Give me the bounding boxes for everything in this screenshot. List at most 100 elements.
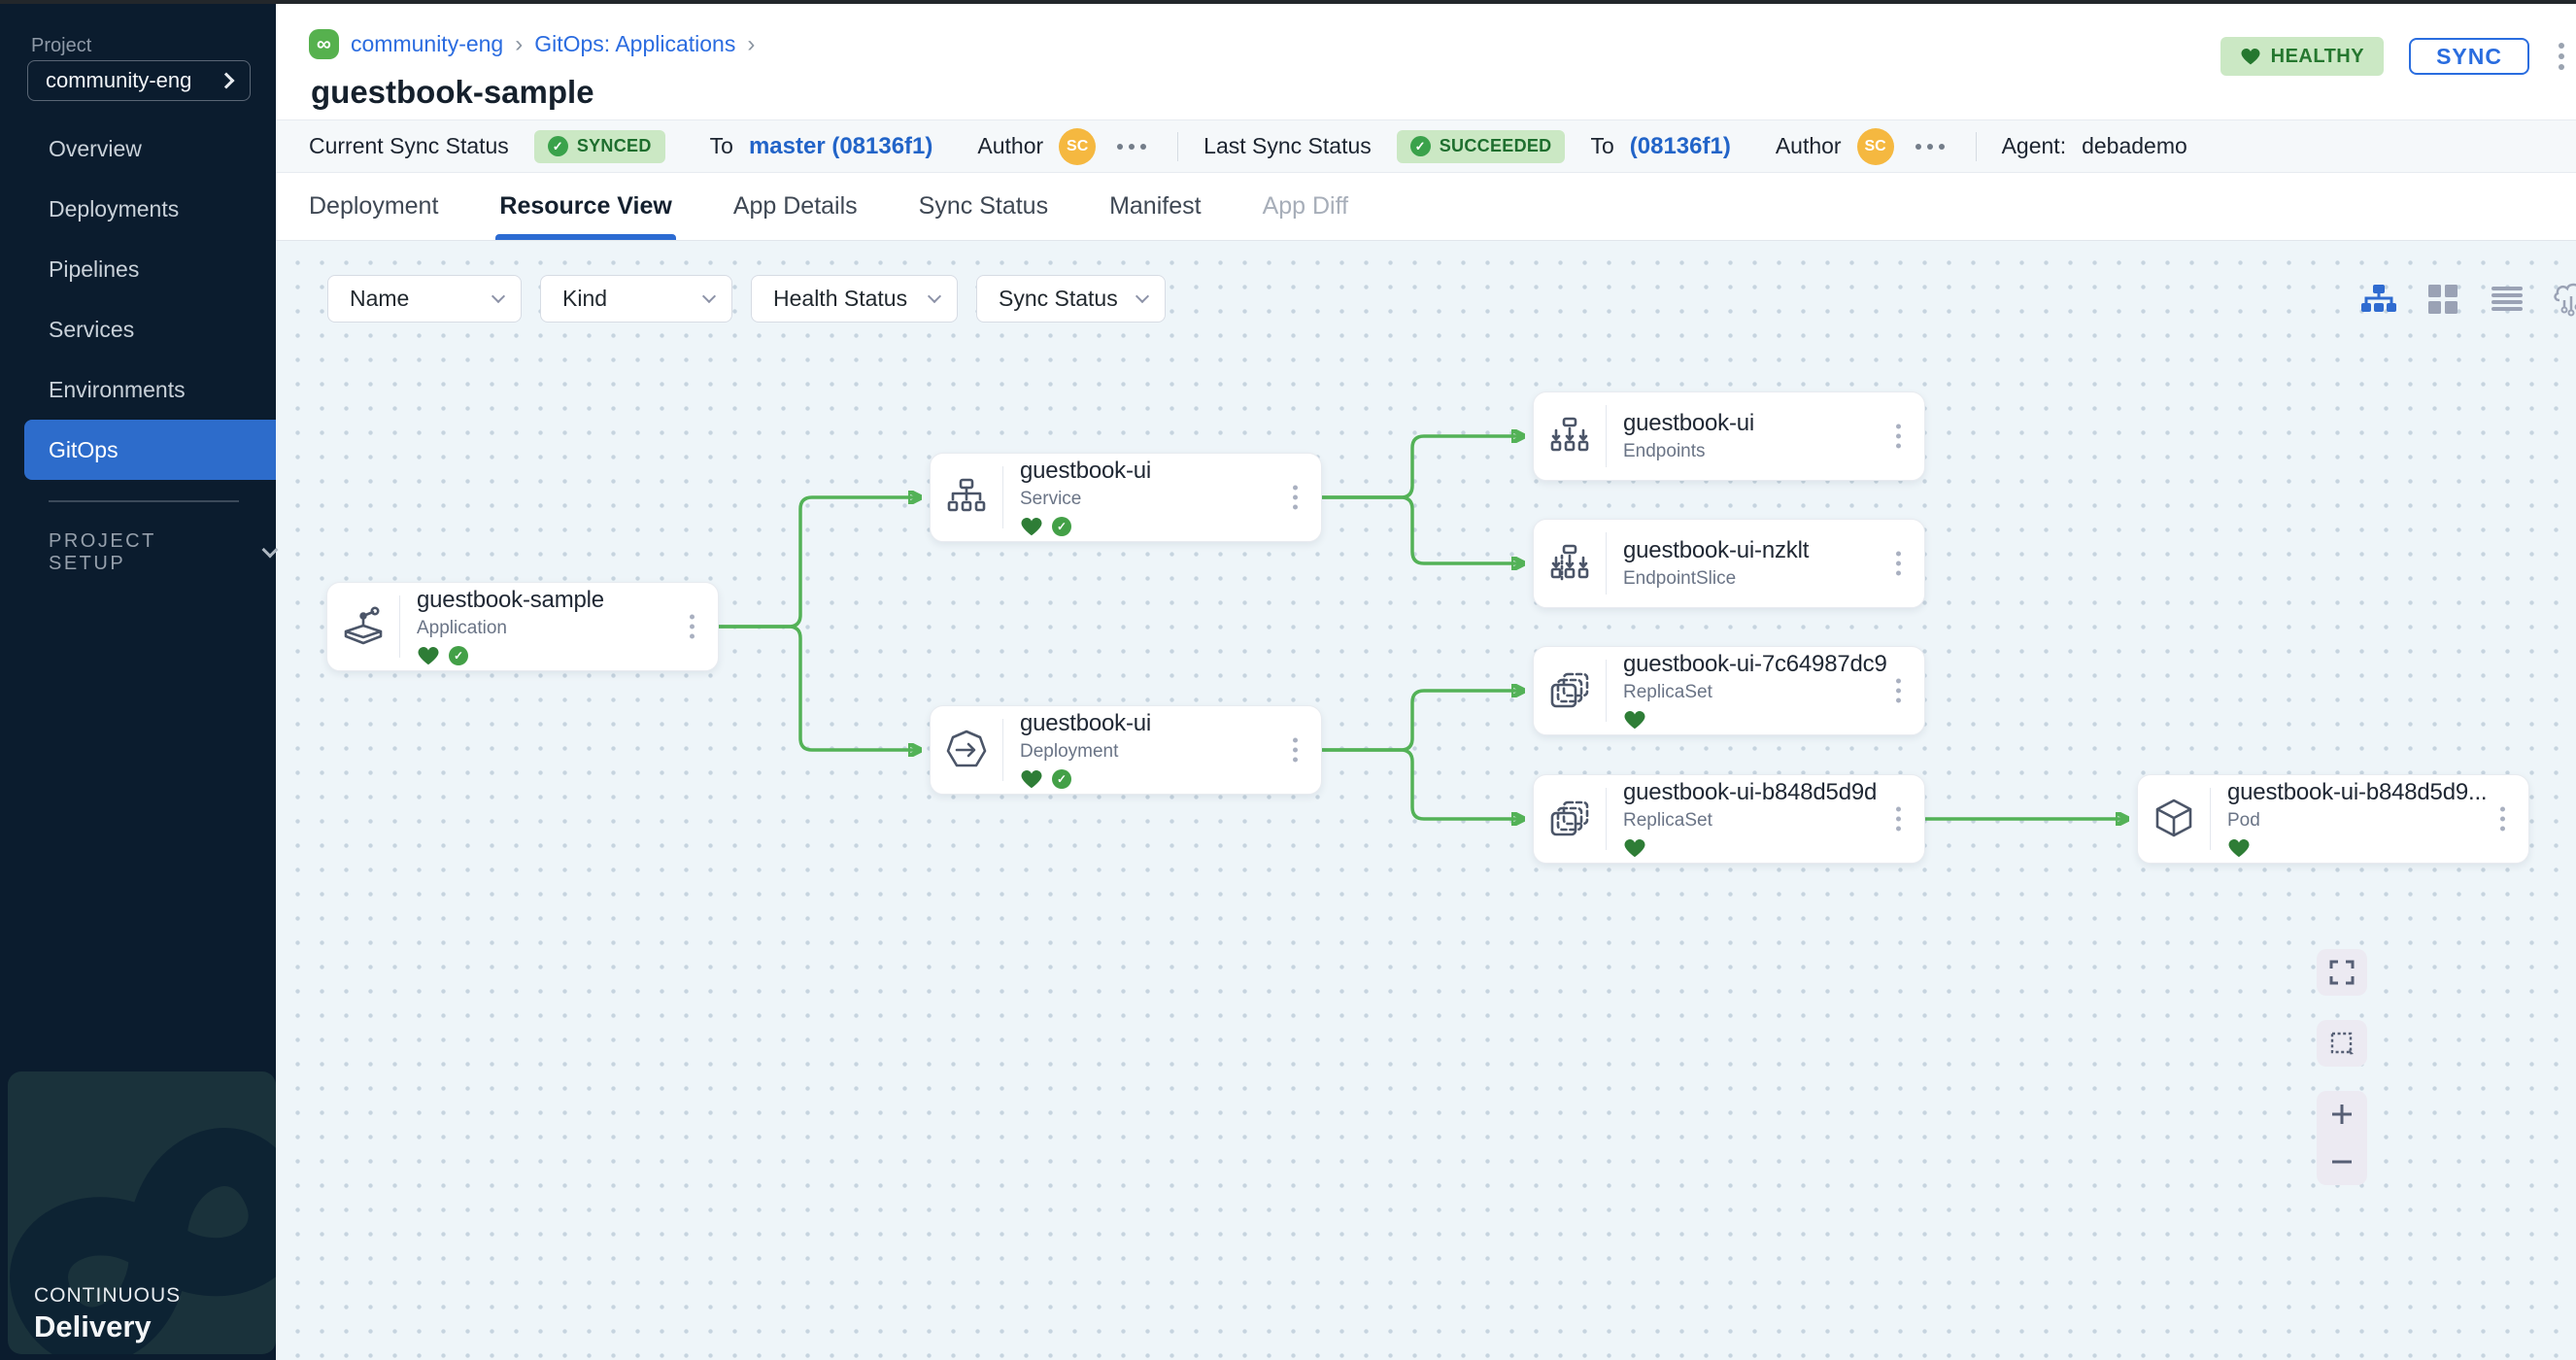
- health-badge-label: HEALTHY: [2271, 46, 2364, 68]
- project-selector[interactable]: community-eng: [27, 60, 251, 101]
- health-badge: HEALTHY: [2220, 37, 2384, 76]
- node-status: [1623, 709, 1895, 731]
- replicaset-icon: [1534, 647, 1606, 734]
- node-replicaset-7c64987dc9[interactable]: guestbook-ui-7c64987dc9 ReplicaSet: [1533, 646, 1925, 735]
- brand-panel: CONTINUOUS Delivery: [8, 1071, 276, 1354]
- breadcrumb-applications-link[interactable]: GitOps: Applications: [534, 31, 735, 57]
- node-endpointslice[interactable]: guestbook-ui-nzklt EndpointSlice: [1533, 519, 1925, 608]
- window-edge: [0, 0, 2576, 4]
- node-kind: EndpointSlice: [1623, 568, 1895, 590]
- node-pod[interactable]: guestbook-ui-b848d5d9... Pod: [2137, 774, 2529, 864]
- sidebar-item-label: GitOps: [49, 437, 119, 463]
- sidebar-item-environments[interactable]: Environments: [0, 359, 276, 420]
- sidebar-item-label: Services: [49, 317, 134, 343]
- node-service[interactable]: guestbook-ui Service ✓: [930, 453, 1322, 542]
- node-menu-button[interactable]: [2494, 801, 2511, 837]
- node-menu-button[interactable]: [1287, 480, 1304, 516]
- sidebar-item-overview[interactable]: Overview: [0, 119, 276, 179]
- breadcrumb: ∞ community-eng › GitOps: Applications ›: [309, 29, 755, 59]
- tab-label: Resource View: [499, 192, 671, 221]
- divider: [1177, 132, 1178, 161]
- succeeded-pill-label: SUCCEEDED: [1440, 136, 1552, 156]
- node-title: guestbook-ui: [1623, 410, 1895, 437]
- current-sync-label: Current Sync Status: [309, 133, 509, 159]
- node-menu-button[interactable]: [684, 609, 700, 645]
- synced-pill-label: SYNCED: [577, 136, 652, 156]
- sync-button[interactable]: SYNC: [2409, 38, 2529, 75]
- synced-check-icon: ✓: [1052, 517, 1071, 536]
- tab-deployment[interactable]: Deployment: [309, 173, 438, 240]
- tab-label: Sync Status: [919, 192, 1048, 221]
- tab-sync-status[interactable]: Sync Status: [919, 173, 1048, 240]
- node-kind: Endpoints: [1623, 441, 1895, 462]
- last-revision-link[interactable]: (08136f1): [1630, 133, 1731, 160]
- node-menu-button[interactable]: [1890, 546, 1907, 582]
- tab-manifest[interactable]: Manifest: [1109, 173, 1201, 240]
- endpoints-icon: [1534, 392, 1606, 480]
- endpointslice-icon: [1534, 520, 1606, 607]
- fullscreen-button[interactable]: [2317, 949, 2367, 996]
- breadcrumb-project-link[interactable]: community-eng: [351, 31, 503, 57]
- zoom-stack: [2317, 1091, 2367, 1185]
- node-title: guestbook-ui-nzklt: [1623, 537, 1895, 564]
- tab-resource-view[interactable]: Resource View: [499, 173, 671, 240]
- node-title: guestbook-sample: [417, 587, 689, 614]
- node-status: [2227, 837, 2499, 859]
- project-name: community-eng: [46, 68, 220, 93]
- page-title: guestbook-sample: [311, 74, 594, 111]
- node-title: guestbook-ui: [1020, 458, 1292, 485]
- zoom-in-button[interactable]: [2317, 1091, 2367, 1139]
- resource-graph-canvas[interactable]: Name Kind Health Status Sync Status: [276, 241, 2576, 1360]
- node-menu-button[interactable]: [1890, 673, 1907, 709]
- node-kind: Application: [417, 618, 689, 639]
- canvas-controls: [2317, 949, 2367, 1185]
- healthy-heart-icon: [1623, 710, 1646, 731]
- tab-label: Deployment: [309, 192, 438, 221]
- sidebar-item-pipelines[interactable]: Pipelines: [0, 239, 276, 299]
- project-setup-label: PROJECT SETUP: [49, 530, 239, 575]
- node-endpoints[interactable]: guestbook-ui Endpoints: [1533, 391, 1925, 481]
- last-sync-label: Last Sync Status: [1203, 133, 1372, 159]
- node-application[interactable]: guestbook-sample Application ✓: [326, 582, 719, 671]
- node-menu-button[interactable]: [1890, 801, 1907, 837]
- divider: [1976, 132, 1977, 161]
- brand-delivery: Delivery: [34, 1309, 152, 1344]
- author-label: Author: [1776, 133, 1842, 159]
- author-avatar: SC: [1059, 128, 1096, 165]
- node-kind: Pod: [2227, 810, 2499, 832]
- fit-selection-button[interactable]: [2317, 1020, 2367, 1067]
- page-header: ∞ community-eng › GitOps: Applications ›…: [276, 0, 2576, 119]
- sidebar-item-label: Environments: [49, 377, 186, 403]
- current-revision-link[interactable]: master (08136f1): [749, 133, 932, 160]
- node-kind: ReplicaSet: [1623, 682, 1895, 703]
- sidebar-item-deployments[interactable]: Deployments: [0, 179, 276, 239]
- node-deployment[interactable]: guestbook-ui Deployment ✓: [930, 705, 1322, 795]
- synced-check-icon: ✓: [1052, 769, 1071, 789]
- project-setup-toggle[interactable]: PROJECT SETUP: [49, 530, 276, 575]
- heart-icon: [2240, 48, 2261, 66]
- healthy-heart-icon: [1623, 838, 1646, 859]
- service-icon: [931, 454, 1002, 541]
- node-status: ✓: [1020, 516, 1292, 537]
- project-label: Project: [31, 35, 91, 57]
- sidebar-item-gitops[interactable]: GitOps: [24, 420, 276, 480]
- zoom-out-button[interactable]: [2317, 1139, 2367, 1186]
- author-label: Author: [977, 133, 1043, 159]
- app-more-options-icon[interactable]: [2555, 39, 2568, 74]
- agent-name: debademo: [2082, 133, 2187, 159]
- sidebar: Project community-eng Overview Deploymen…: [0, 0, 276, 1360]
- node-status: [1623, 837, 1895, 859]
- tab-app-details[interactable]: App Details: [733, 173, 858, 240]
- tab-label: Manifest: [1109, 192, 1201, 221]
- node-title: guestbook-ui-b848d5d9...: [2227, 779, 2499, 806]
- node-replicaset-b848d5d9d[interactable]: guestbook-ui-b848d5d9d ReplicaSet: [1533, 774, 1925, 864]
- tab-label: App Diff: [1263, 192, 1348, 221]
- node-menu-button[interactable]: [1287, 732, 1304, 768]
- commit-more-options-icon[interactable]: [1910, 138, 1950, 155]
- commit-more-options-icon[interactable]: [1111, 138, 1152, 155]
- deployment-icon: [931, 706, 1002, 794]
- tab-app-diff: App Diff: [1263, 173, 1348, 240]
- sidebar-item-services[interactable]: Services: [0, 299, 276, 359]
- synced-pill: ✓ SYNCED: [534, 130, 665, 163]
- node-menu-button[interactable]: [1890, 419, 1907, 455]
